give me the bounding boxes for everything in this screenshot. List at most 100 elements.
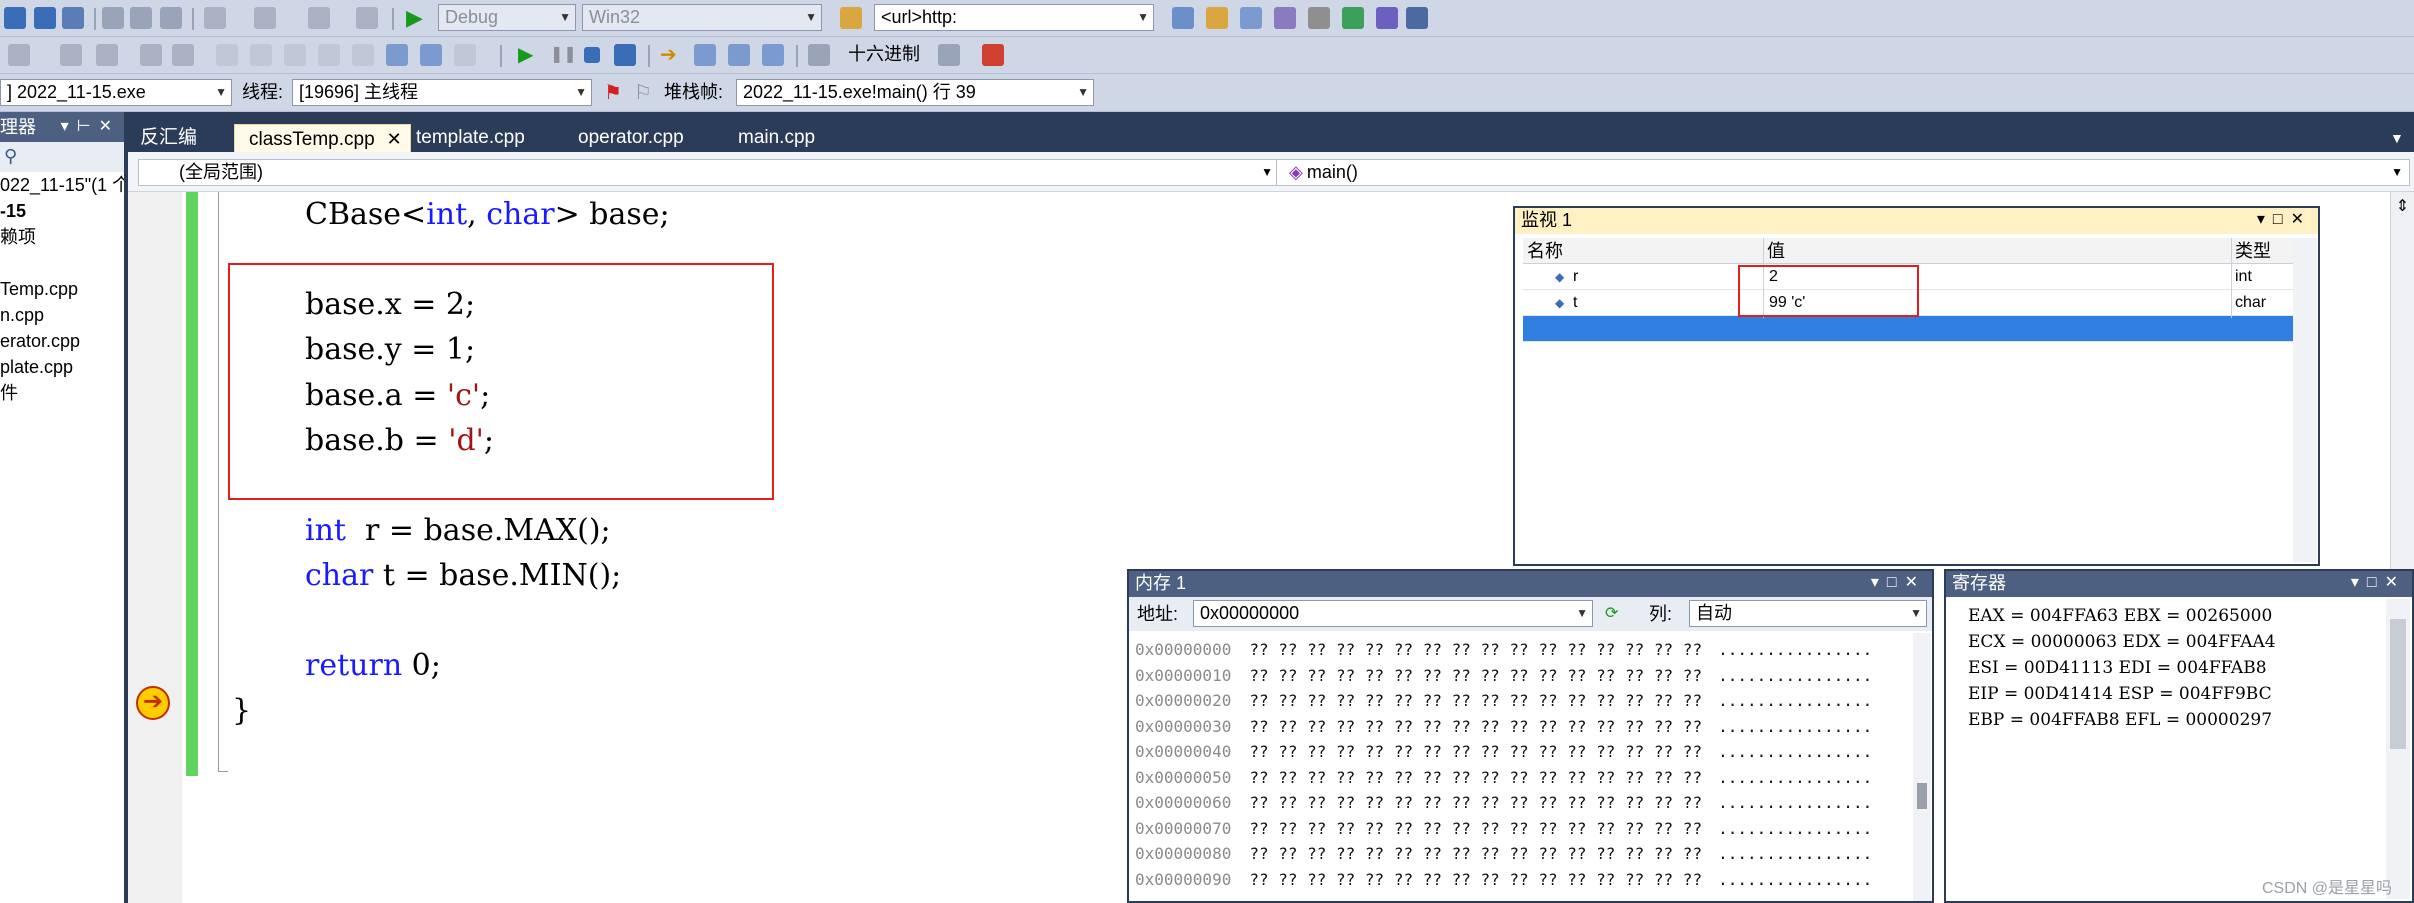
copy-icon[interactable]: [130, 7, 152, 29]
url-combo[interactable]: <url>http: ▼: [874, 4, 1154, 31]
bookmark-window-icon[interactable]: [352, 44, 374, 66]
column-header-value[interactable]: 值: [1767, 238, 1785, 264]
platform-select[interactable]: Win32 ▼: [582, 4, 822, 31]
step-out-icon[interactable]: [762, 44, 784, 66]
tab-overflow-chevron-icon[interactable]: ▼: [2390, 124, 2404, 152]
tab-operator[interactable]: operator.cpp: [578, 124, 684, 152]
solution-config-select[interactable]: Debug ▼: [438, 4, 576, 31]
show-next-statement-icon[interactable]: ➔: [660, 44, 682, 66]
tools-icon[interactable]: [1308, 7, 1330, 29]
memory-row[interactable]: 0x00000010 ?? ?? ?? ?? ?? ?? ?? ?? ?? ?? …: [1135, 663, 1872, 688]
clear-bookmarks-icon[interactable]: [318, 44, 340, 66]
indent-icon[interactable]: [96, 44, 118, 66]
tab-disassembly[interactable]: 反汇编: [140, 124, 197, 152]
process-select[interactable]: ] 2022_11-15.exe ▼: [0, 79, 232, 106]
solution-explorer-icon[interactable]: [1206, 7, 1228, 29]
scope-select[interactable]: (全局范围) ▼: [138, 159, 1280, 186]
step-into-icon[interactable]: [694, 44, 716, 66]
memory-row[interactable]: 0x00000050 ?? ?? ?? ?? ?? ?? ?? ?? ?? ?? …: [1135, 765, 1872, 790]
column-header-name[interactable]: 名称: [1527, 238, 1563, 264]
uncomment-icon[interactable]: [172, 44, 194, 66]
tab-template[interactable]: template.cpp: [416, 124, 525, 152]
start-debug-icon[interactable]: ▶: [406, 7, 428, 29]
column-divider[interactable]: [2231, 238, 2232, 318]
next-folder-icon[interactable]: [420, 44, 442, 66]
memory-row[interactable]: 0x00000070 ?? ?? ?? ?? ?? ?? ?? ?? ?? ?? …: [1135, 816, 1872, 841]
stop-icon[interactable]: [584, 47, 600, 63]
output-icon[interactable]: [982, 44, 1004, 66]
solution-tree-item[interactable]: plate.cpp: [0, 354, 124, 380]
cut-icon[interactable]: [102, 7, 124, 29]
prev-bookmark-icon[interactable]: [250, 44, 272, 66]
address-input[interactable]: 0x00000000 ▼: [1193, 600, 1593, 627]
object-browser-icon[interactable]: [1274, 7, 1296, 29]
tab-classtemp[interactable]: classTemp.cpp ✕: [234, 124, 411, 152]
solution-tree-item[interactable]: n.cpp: [0, 302, 124, 328]
solution-tree-item[interactable]: 赖项: [0, 224, 124, 250]
comment-out-icon[interactable]: [140, 44, 162, 66]
tab-main[interactable]: main.cpp: [738, 124, 815, 152]
memory-row[interactable]: 0x00000090 ?? ?? ?? ?? ?? ?? ?? ?? ?? ?? …: [1135, 867, 1872, 892]
close-icon[interactable]: ✕: [387, 129, 402, 149]
breakpoint-margin[interactable]: [128, 192, 182, 903]
panel-buttons[interactable]: ▾⊢✕: [61, 112, 120, 142]
solution-tree-item[interactable]: erator.cpp: [0, 328, 124, 354]
command-window-icon[interactable]: [1406, 7, 1428, 29]
memory-row[interactable]: 0x00000060 ?? ?? ?? ?? ?? ?? ?? ?? ?? ?? …: [1135, 790, 1872, 815]
start-page-icon[interactable]: [1342, 7, 1364, 29]
solution-tree-item[interactable]: [0, 250, 124, 276]
memory-scroll-thumb[interactable]: [1917, 783, 1927, 809]
step-over-icon[interactable]: [728, 44, 750, 66]
extension-manager-icon[interactable]: [1376, 7, 1398, 29]
flag-icon[interactable]: ⚑: [604, 82, 626, 104]
breakpoint-window-icon[interactable]: [938, 44, 960, 66]
memory-row[interactable]: 0x00000020 ?? ?? ?? ?? ?? ?? ?? ?? ?? ?? …: [1135, 688, 1872, 713]
continue-icon[interactable]: ▶: [518, 44, 540, 66]
properties-icon[interactable]: [1240, 7, 1262, 29]
watch-new-row[interactable]: [1523, 316, 2293, 342]
memory-row[interactable]: 0x00000040 ?? ?? ?? ?? ?? ?? ?? ?? ?? ?? …: [1135, 739, 1872, 764]
outdent-icon[interactable]: [60, 44, 82, 66]
pause-icon[interactable]: ❚❚: [550, 44, 577, 66]
memory-row[interactable]: 0x00000030 ?? ?? ?? ?? ?? ?? ?? ?? ?? ?? …: [1135, 714, 1872, 739]
quick-watch-icon[interactable]: [808, 44, 830, 66]
solution-tree-item[interactable]: Temp.cpp: [0, 276, 124, 302]
panel-buttons[interactable]: ▾□✕: [2257, 208, 2312, 232]
undo-icon[interactable]: [204, 7, 226, 29]
solution-tree-item[interactable]: -15: [0, 198, 124, 224]
save-icon[interactable]: [4, 7, 26, 29]
memory-scrollbar[interactable]: [1913, 633, 1931, 901]
watch-scrollbar[interactable]: [2293, 238, 2317, 562]
restart-icon[interactable]: [614, 44, 636, 66]
navigate-back-icon[interactable]: [308, 7, 330, 29]
save-as-icon[interactable]: [62, 7, 84, 29]
reevaluate-icon[interactable]: ⟳: [1605, 603, 1627, 625]
hex-display-toggle[interactable]: 十六进制: [848, 41, 920, 68]
comment-icon[interactable]: [8, 44, 30, 66]
next-bookmark-icon[interactable]: [284, 44, 306, 66]
search-icon[interactable]: ⚲: [4, 146, 17, 167]
find-in-files-icon[interactable]: [454, 44, 476, 66]
paste-icon[interactable]: [160, 7, 182, 29]
stack-frame-select[interactable]: 2022_11-15.exe!main() 行 39 ▼: [736, 79, 1094, 106]
panel-buttons[interactable]: ▾□✕: [2351, 571, 2406, 595]
thread-select[interactable]: [19696] 主线程 ▼: [292, 79, 592, 106]
prev-folder-icon[interactable]: [386, 44, 408, 66]
function-select[interactable]: ◈ main() ▼: [1276, 159, 2410, 186]
memory-row[interactable]: 0x00000080 ?? ?? ?? ?? ?? ?? ?? ?? ?? ?? …: [1135, 841, 1872, 866]
registers-scrollbar[interactable]: [2386, 599, 2410, 899]
columns-select[interactable]: 自动 ▼: [1689, 600, 1927, 627]
solution-tree-item[interactable]: 件: [0, 380, 124, 406]
memory-row[interactable]: 0x00000000 ?? ?? ?? ?? ?? ?? ?? ?? ?? ?? …: [1135, 637, 1872, 662]
navigate-forward-icon[interactable]: [356, 7, 378, 29]
registers-scroll-thumb[interactable]: [2390, 619, 2406, 749]
open-url-icon[interactable]: [840, 7, 862, 29]
split-icon[interactable]: ⇕: [2391, 196, 2414, 216]
save-all-icon[interactable]: [34, 7, 56, 29]
panel-buttons[interactable]: ▾□✕: [1871, 571, 1926, 595]
flag-all-icon[interactable]: ⚐: [634, 82, 656, 104]
redo-icon[interactable]: [254, 7, 276, 29]
bookmark-icon[interactable]: [216, 44, 238, 66]
find-icon[interactable]: [1172, 7, 1194, 29]
column-header-type[interactable]: 类型: [2235, 238, 2271, 264]
